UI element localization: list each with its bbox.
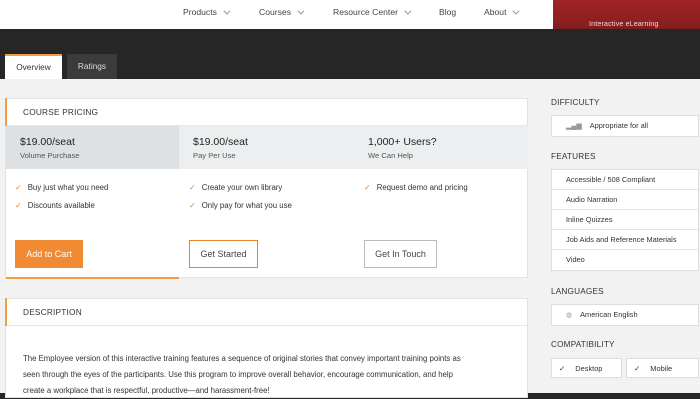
check-icon: ✓ [559, 364, 566, 373]
nav-courses[interactable]: Courses [259, 0, 305, 26]
feature-item: ✓ Discounts available [15, 201, 95, 210]
features-list: Accessible / 508 Compliant Audio Narrati… [551, 169, 699, 271]
nav-resource-center[interactable]: Resource Center [333, 0, 412, 26]
chevron-down-icon [223, 7, 231, 15]
language-row: ◍ American English [552, 305, 698, 325]
features-heading: FEATURES [551, 152, 596, 161]
price-subtitle: Pay Per Use [193, 151, 236, 160]
check-icon: ✓ [15, 183, 22, 192]
compat-desktop: ✓ Desktop [551, 358, 622, 378]
price: $19.00/seat [193, 136, 248, 148]
price-column-volume: $19.00/seat Volume Purchase [6, 126, 179, 169]
difficulty-value-row: ▂▄▆ Appropriate for all [552, 116, 698, 136]
nav-blog[interactable]: Blog [439, 0, 456, 26]
description-heading: DESCRIPTION [23, 307, 82, 317]
languages-heading: LANGUAGES [551, 287, 604, 296]
feature-item: ✓ Only pay for what you use [189, 201, 292, 210]
description-line: seen through the eyes of the participant… [23, 370, 453, 379]
feature-item: ✓ Request demo and pricing [364, 183, 468, 192]
accent-bar [5, 98, 7, 126]
nav-about[interactable]: About [484, 0, 520, 26]
feature-tag: Video [552, 250, 698, 270]
difficulty-value: Appropriate for all [589, 121, 649, 130]
get-started-button[interactable]: Get Started [189, 240, 258, 268]
difficulty-box: ▂▄▆ Appropriate for all [551, 115, 699, 137]
chevron-down-icon [512, 7, 520, 15]
feature-label: Buy just what you need [27, 183, 109, 192]
check-icon: ✓ [15, 201, 22, 210]
price: 1,000+ Users? [368, 136, 437, 148]
pricing-heading: COURSE PRICING [23, 107, 99, 117]
add-to-cart-button[interactable]: Add to Cart [15, 240, 83, 268]
globe-icon: ◍ [566, 312, 573, 319]
get-in-touch-button[interactable]: Get In Touch [364, 240, 437, 268]
accent-bar [5, 298, 7, 326]
price-subtitle: We Can Help [368, 151, 414, 160]
description-text: The Employee version of this interactive… [23, 351, 513, 399]
difficulty-heading: DIFFICULTY [551, 98, 600, 107]
nav-courses-label: Courses [259, 7, 291, 17]
check-icon: ✓ [189, 183, 196, 192]
bar-chart-icon: ▂▄▆ [566, 123, 582, 130]
language-value: American English [580, 310, 638, 319]
check-icon: ✓ [364, 183, 371, 192]
selected-plan-underline [6, 277, 179, 279]
price-column-pay-per-use: $19.00/seat Pay Per Use [179, 126, 354, 169]
nav-about-label: About [484, 7, 507, 17]
nav-resource-center-label: Resource Center [333, 7, 398, 17]
compatibility-heading: COMPATIBILITY [551, 340, 615, 349]
languages-box: ◍ American English [551, 304, 699, 326]
feature-label: Only pay for what you use [201, 201, 292, 210]
card-header: DESCRIPTION [5, 298, 527, 326]
description-line: create a workplace that is respectful, p… [23, 386, 270, 395]
banner-text: Interactive eLearning [589, 21, 659, 28]
chevron-down-icon [404, 7, 412, 15]
feature-tag: Audio Narration [552, 190, 698, 210]
feature-tag: Job Aids and Reference Materials [552, 230, 698, 250]
feature-tag: Inline Quizzes [552, 210, 698, 230]
compat-label: Mobile [650, 364, 673, 373]
check-icon: ✓ [189, 201, 196, 210]
feature-label: Create your own library [201, 183, 283, 192]
check-icon: ✓ [634, 364, 641, 373]
nav-blog-label: Blog [439, 7, 457, 17]
feature-item: ✓ Create your own library [189, 183, 282, 192]
nav-products-label: Products [183, 7, 217, 17]
description-line: The Employee version of this interactive… [23, 354, 461, 363]
feature-tag: Accessible / 508 Compliant [552, 170, 698, 190]
compat-mobile: ✓ Mobile [626, 358, 699, 378]
chevron-down-icon [297, 7, 305, 15]
description-card: DESCRIPTION The Employee version of this… [5, 298, 528, 398]
feature-label: Request demo and pricing [376, 183, 468, 192]
card-header: COURSE PRICING [5, 98, 527, 126]
price: $19.00/seat [20, 136, 75, 148]
tab-ratings[interactable]: Ratings [67, 54, 117, 79]
tab-overview[interactable]: Overview [5, 54, 62, 79]
compat-label: Desktop [575, 364, 603, 373]
course-pricing-card: COURSE PRICING $19.00/seat Volume Purcha… [5, 98, 528, 279]
price-column-enterprise: 1,000+ Users? We Can Help [354, 126, 528, 169]
feature-item: ✓ Buy just what you need [15, 183, 108, 192]
price-subtitle: Volume Purchase [20, 151, 80, 160]
feature-label: Discounts available [27, 201, 95, 210]
nav-products[interactable]: Products [183, 0, 231, 26]
